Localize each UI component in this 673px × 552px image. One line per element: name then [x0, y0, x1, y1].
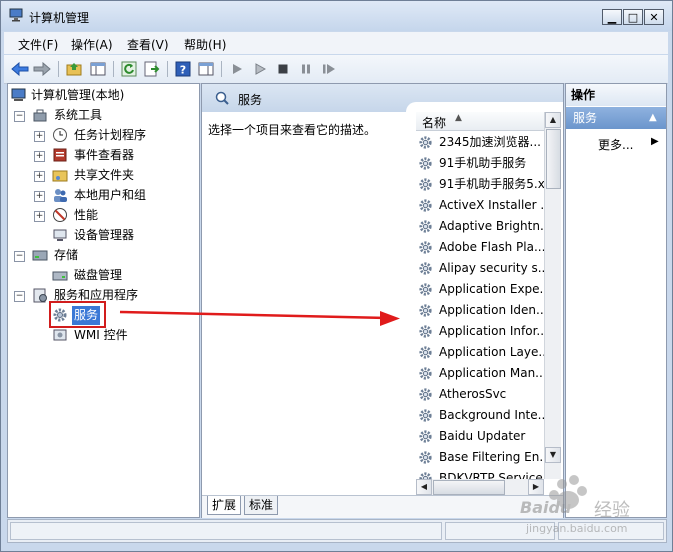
- watermark-text: 经验: [594, 500, 630, 521]
- baidu-watermark: Baidu 经验 jingyan.baidu.com: [520, 470, 670, 545]
- watermark-url: jingyan.baidu.com: [526, 522, 628, 535]
- watermark-brand: Baidu: [520, 498, 572, 517]
